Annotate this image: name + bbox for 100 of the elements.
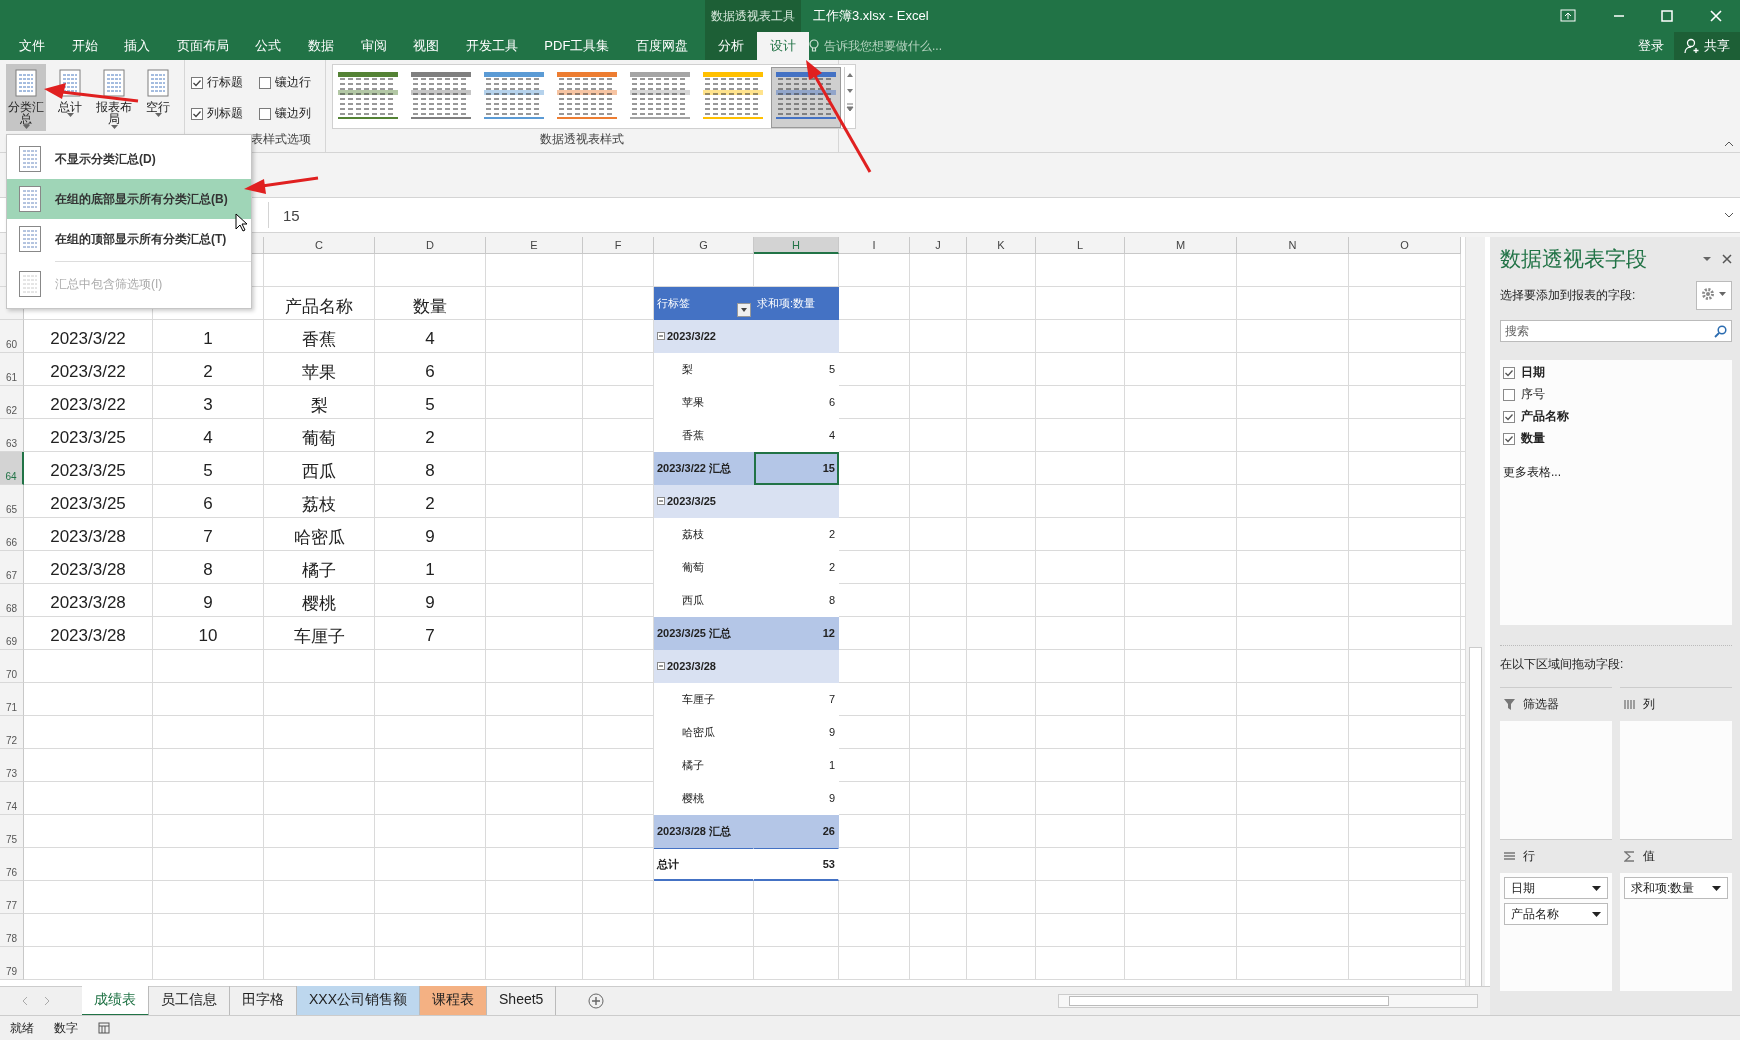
pane-subtitle: 选择要添加到报表的字段:	[1500, 287, 1636, 304]
row-header[interactable]: 76	[0, 848, 24, 881]
collapse-ribbon-icon[interactable]	[1724, 140, 1734, 148]
row-header[interactable]: 64	[0, 452, 24, 485]
ribbon-tab[interactable]: 数据	[294, 32, 347, 60]
column-header[interactable]: D	[375, 237, 486, 254]
sheet-tab[interactable]: 成绩表	[82, 986, 149, 1016]
tell-me-field[interactable]: 告诉我您想要做什么...	[809, 37, 942, 55]
pivot-label-cell: 哈密瓜	[654, 716, 754, 749]
sign-in-link[interactable]: 登录	[1628, 37, 1674, 55]
ribbon-tab[interactable]: 页面布局	[163, 32, 242, 60]
ribbon-tab[interactable]: 开始	[58, 32, 111, 60]
expand-icon[interactable]	[1724, 211, 1734, 219]
column-header[interactable]: I	[839, 237, 910, 254]
menu-item[interactable]: 在组的底部显示所有分类汇总(B)	[7, 179, 251, 219]
row-header[interactable]: 62	[0, 386, 24, 419]
collapse-icon[interactable]	[657, 497, 665, 505]
collapse-icon[interactable]	[657, 662, 665, 670]
settings-button[interactable]	[1696, 281, 1732, 310]
layout-button[interactable]: 分类汇 总	[6, 64, 46, 131]
column-header[interactable]: H	[754, 237, 839, 254]
ribbon-tab[interactable]: 开发工具	[452, 32, 531, 60]
option-checkbox[interactable]: 行标题	[191, 74, 251, 91]
menu-item[interactable]: 不显示分类汇总(D)	[7, 139, 251, 179]
filter-dropdown-icon[interactable]	[737, 303, 751, 317]
ribbon-tab[interactable]: 视图	[400, 32, 453, 60]
sheet-tab[interactable]: 课程表	[420, 986, 487, 1016]
row-header[interactable]: 75	[0, 815, 24, 848]
dropdown-caret-icon	[22, 125, 30, 129]
area-field-dropdown[interactable]: 日期	[1504, 877, 1608, 899]
column-header[interactable]: J	[910, 237, 967, 254]
table-cell: 2023/3/22	[50, 362, 126, 382]
row-header[interactable]: 77	[0, 881, 24, 914]
row-header[interactable]: 79	[0, 947, 24, 980]
ribbon-tab[interactable]: 分析	[705, 32, 757, 60]
column-header[interactable]: N	[1237, 237, 1349, 254]
row-header[interactable]: 71	[0, 683, 24, 716]
row-header[interactable]: 72	[0, 716, 24, 749]
column-header[interactable]: L	[1036, 237, 1125, 254]
previous-sheet-icon[interactable]	[20, 996, 30, 1006]
row-header[interactable]: 63	[0, 419, 24, 452]
option-checkbox[interactable]: 镶边列	[259, 105, 319, 122]
ribbon-tab[interactable]: 公式	[242, 32, 295, 60]
vertical-scrollbar[interactable]	[1465, 237, 1485, 986]
column-header[interactable]: K	[967, 237, 1036, 254]
ribbon-tab[interactable]: 百度网盘	[622, 32, 701, 60]
collapse-icon[interactable]	[657, 332, 665, 340]
row-header[interactable]: 73	[0, 749, 24, 782]
column-header[interactable]: G	[654, 237, 754, 254]
field-checkbox[interactable]: 数量	[1503, 430, 1545, 447]
search-field[interactable]: 搜索	[1500, 320, 1732, 342]
column-header[interactable]: E	[486, 237, 583, 254]
table-cell: 2	[425, 428, 435, 448]
row-header[interactable]: 78	[0, 914, 24, 947]
field-checkbox[interactable]: 日期	[1503, 364, 1545, 381]
ribbon-tab[interactable]: 文件	[6, 32, 58, 60]
table-cell: 7	[425, 626, 435, 646]
row-header[interactable]: 68	[0, 584, 24, 617]
option-checkbox[interactable]: 列标题	[191, 105, 251, 122]
ribbon-tab[interactable]: 设计	[757, 32, 809, 60]
field-checkbox[interactable]: 产品名称	[1503, 408, 1569, 425]
menu-item[interactable]: 在组的顶部显示所有分类汇总(T)	[7, 219, 251, 259]
close-icon[interactable]	[1722, 254, 1732, 264]
column-header[interactable]: F	[583, 237, 654, 254]
row-header[interactable]: 65	[0, 485, 24, 518]
area-label: 列	[1643, 696, 1655, 713]
option-checkbox[interactable]: 镶边行	[259, 74, 319, 91]
area-field-dropdown[interactable]: 产品名称	[1504, 903, 1608, 925]
layout-button[interactable]: 报表布 局	[94, 64, 134, 131]
row-header[interactable]: 67	[0, 551, 24, 584]
row-header[interactable]: 70	[0, 650, 24, 683]
ribbon-tab[interactable]: PDF工具集	[531, 32, 623, 60]
ribbon-display-icon[interactable]	[1560, 9, 1576, 23]
share-button[interactable]: 共享	[1674, 32, 1740, 60]
ribbon-tab[interactable]: 插入	[111, 32, 164, 60]
row-header[interactable]: 66	[0, 518, 24, 551]
more-tables-link[interactable]: 更多表格...	[1503, 464, 1561, 481]
sheet-tab[interactable]: XXX公司销售额	[297, 986, 420, 1016]
field-checkbox[interactable]: 序号	[1503, 386, 1545, 403]
add-sheet-icon[interactable]	[588, 993, 605, 1009]
column-header[interactable]: M	[1125, 237, 1237, 254]
row-header[interactable]: 60	[0, 320, 24, 353]
column-header[interactable]: C	[264, 237, 375, 254]
column-header[interactable]: O	[1349, 237, 1461, 254]
dropdown-caret-icon[interactable]	[1702, 255, 1712, 263]
table-cell-text: 香蕉	[302, 328, 336, 351]
maximize-icon[interactable]	[1661, 10, 1674, 22]
area-field-dropdown[interactable]: 求和项:数量	[1624, 877, 1728, 899]
area-drop-zone[interactable]: 日期 产品名称	[1500, 873, 1612, 991]
ribbon-tab[interactable]: 审阅	[347, 32, 400, 60]
row-header[interactable]: 61	[0, 353, 24, 386]
pivot-style-swatch[interactable]	[771, 67, 841, 128]
next-sheet-icon[interactable]	[42, 996, 52, 1006]
horizontal-scrollbar[interactable]	[1058, 994, 1478, 1008]
row-header[interactable]: 69	[0, 617, 24, 650]
row-header[interactable]: 74	[0, 782, 24, 815]
area-drop-zone[interactable]: 求和项:数量	[1620, 873, 1732, 991]
table-cell: 9	[425, 593, 435, 613]
table-layout-icon	[19, 146, 41, 172]
layout-button[interactable]: 空行	[138, 64, 178, 131]
